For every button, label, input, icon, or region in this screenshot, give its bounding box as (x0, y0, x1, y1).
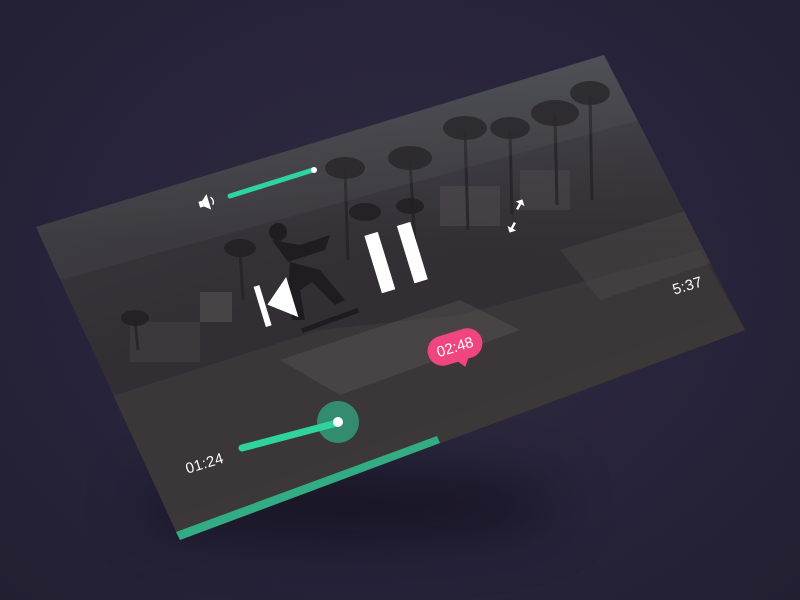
hover-time: 02:48 (434, 333, 476, 361)
progress-knob[interactable] (333, 417, 343, 427)
volume-knob[interactable] (311, 167, 317, 173)
video-scene (36, 55, 745, 540)
stage: 01:24 5:37 02:48 (0, 0, 800, 600)
overlay (36, 55, 745, 540)
